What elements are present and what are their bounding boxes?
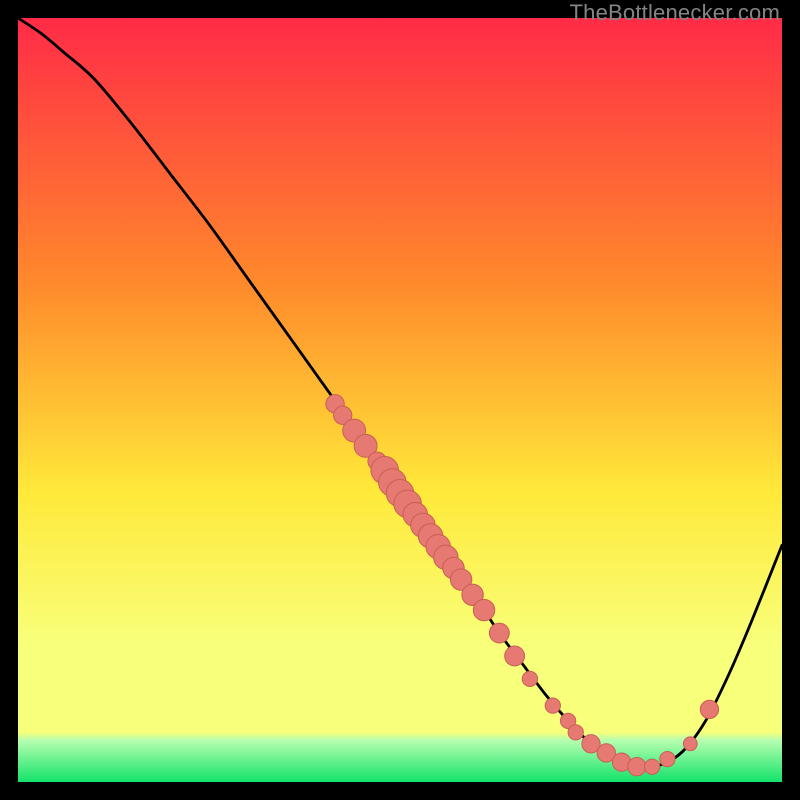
curve-marker [683,737,697,751]
curve-marker [489,623,509,643]
curve-marker [568,725,583,740]
curve-marker [545,698,560,713]
watermark-text: TheBottlenecker.com [570,0,780,26]
chart-svg [18,18,782,782]
curve-marker [505,646,525,666]
curve-marker [473,599,494,620]
curve-marker [660,751,675,766]
chart-stage: TheBottlenecker.com [0,0,800,800]
curve-marker [700,700,718,718]
curve-marker [644,759,659,774]
plot-area [18,18,782,782]
curve-marker [522,671,537,686]
gradient-background [18,18,782,782]
curve-marker [628,758,646,776]
